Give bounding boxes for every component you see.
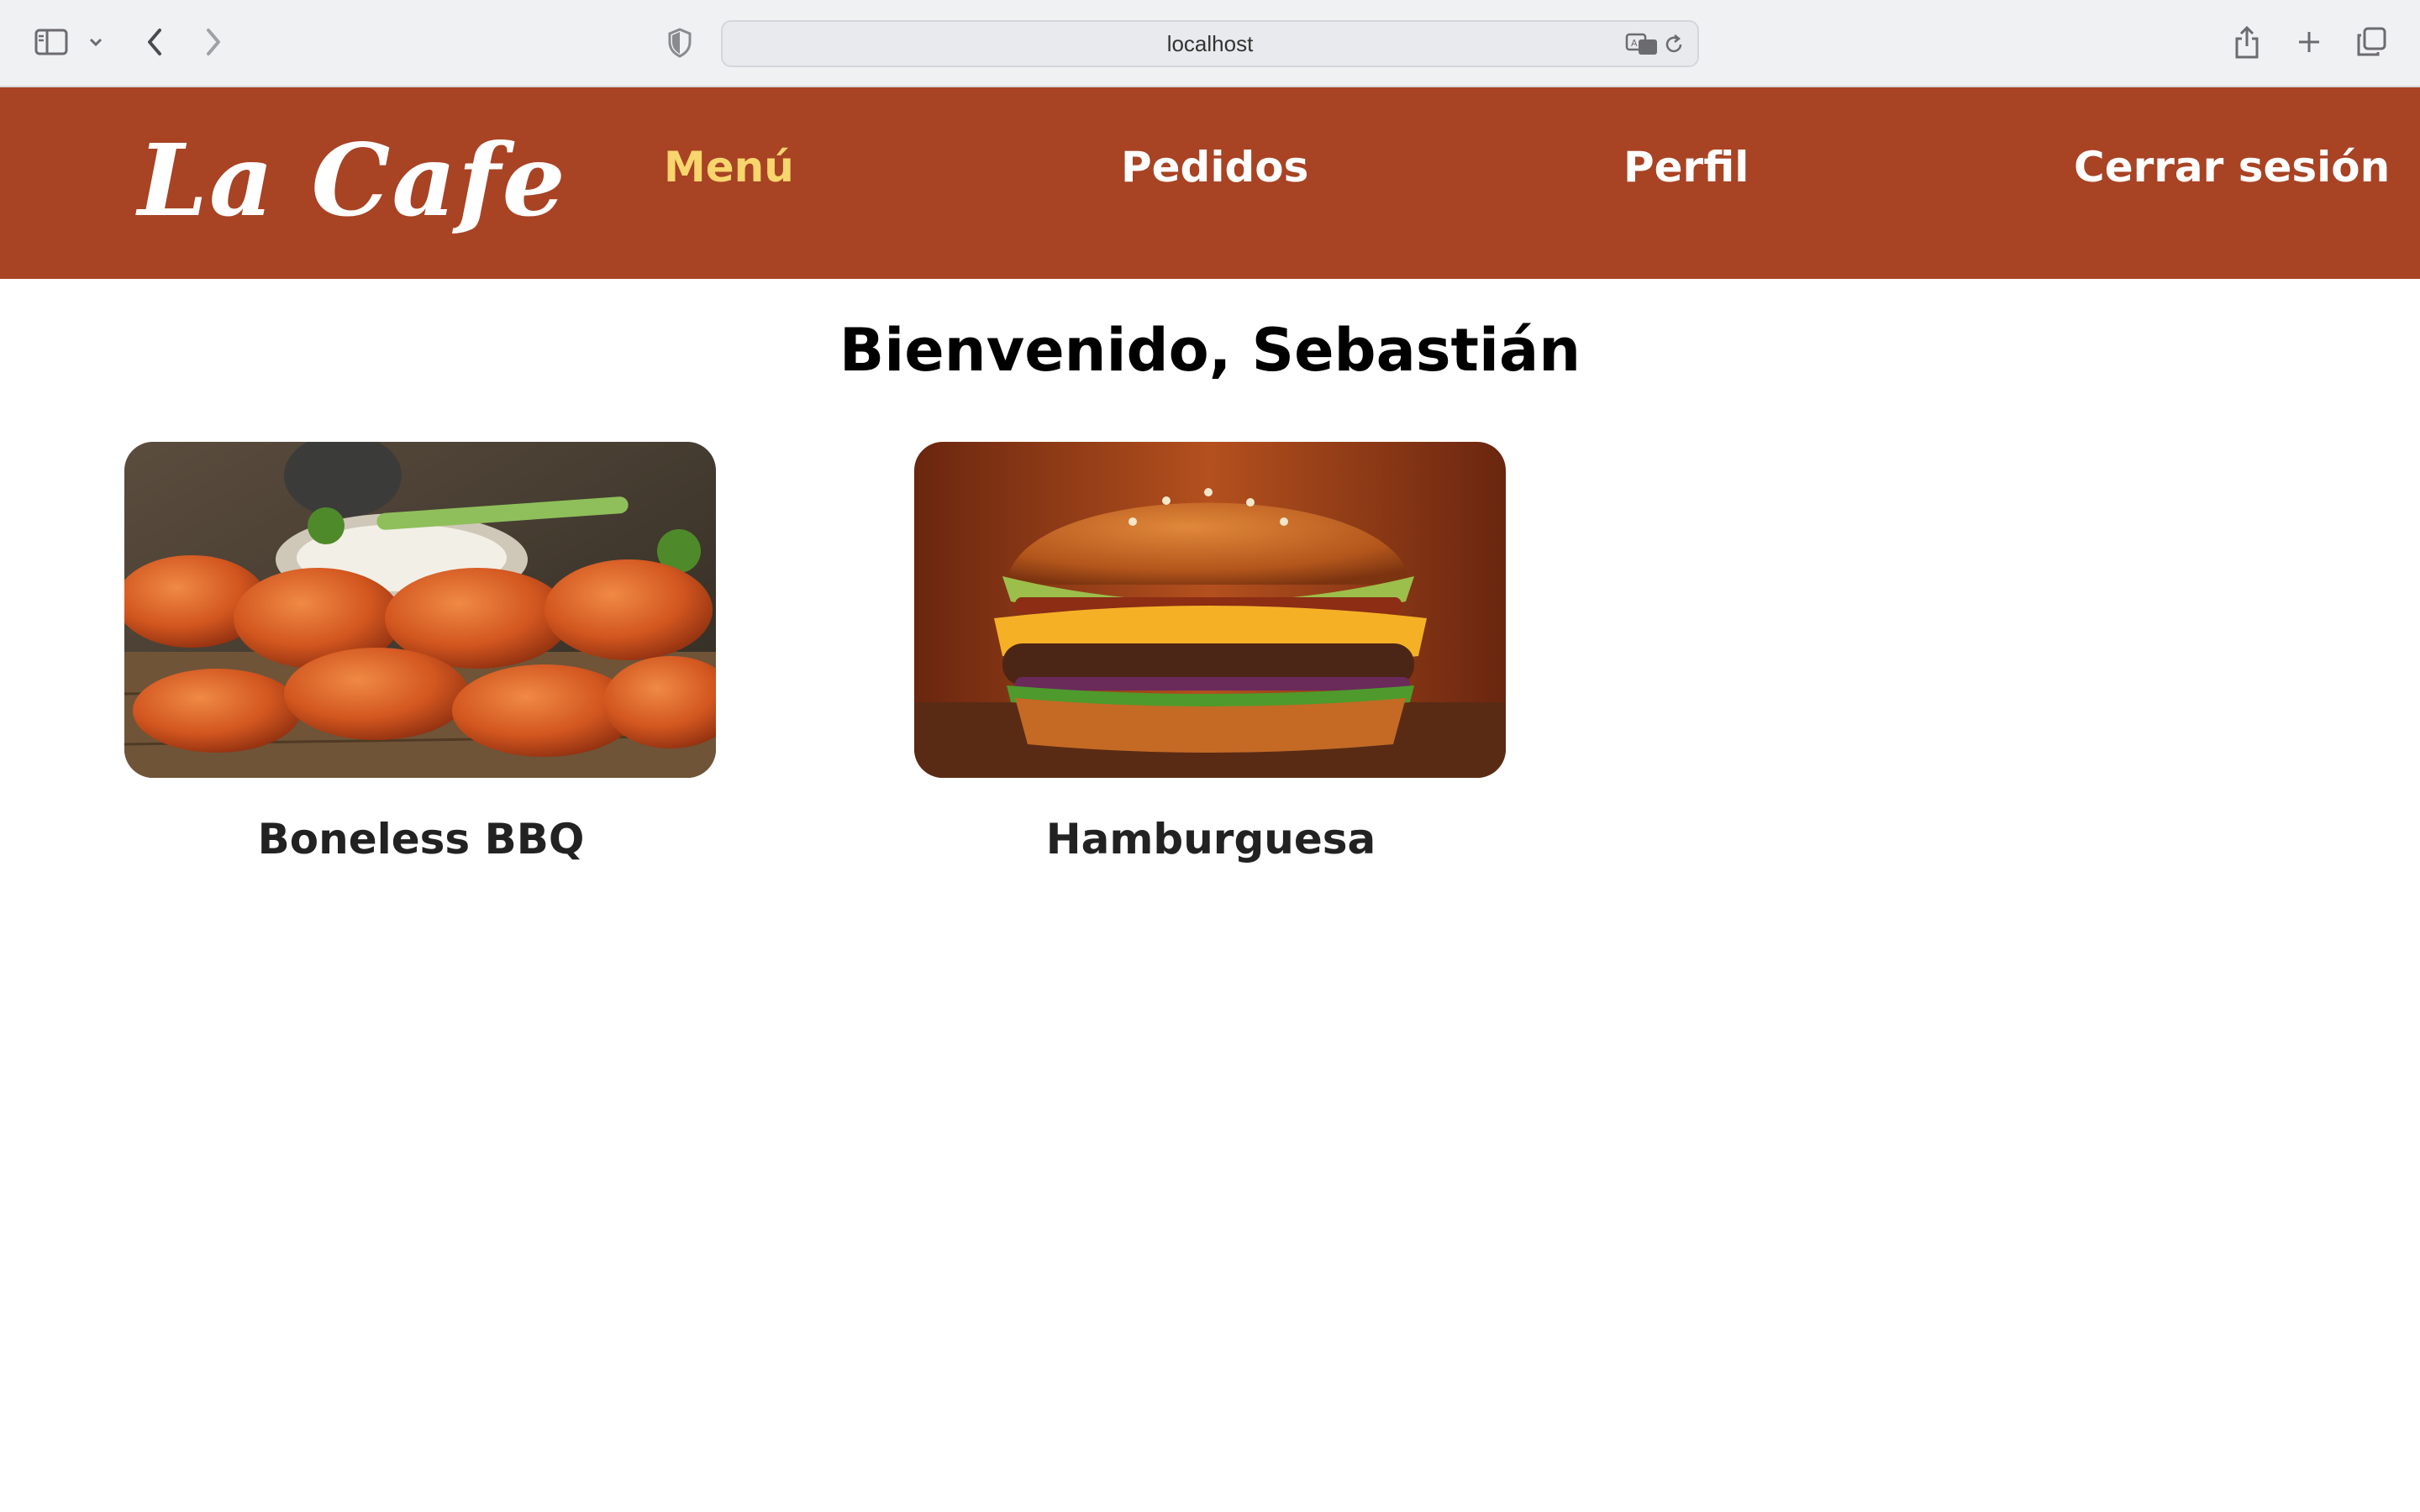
nav-logout[interactable]: Cerrar sesión (2074, 143, 2390, 192)
translate-icon[interactable]: A (1625, 32, 1659, 57)
tabs-icon[interactable] (2353, 24, 2390, 60)
shield-icon[interactable] (664, 25, 696, 60)
product-name: Boneless BBQ (257, 815, 585, 864)
forward-icon[interactable] (197, 25, 230, 59)
plus-icon[interactable] (2292, 25, 2326, 59)
site-header: La Cafe Menú Pedidos Perfil Cerrar sesió… (0, 87, 2420, 279)
product-image-burger[interactable] (914, 442, 1506, 778)
svg-text:A: A (1631, 38, 1638, 49)
product-card[interactable]: Hamburguesa (914, 442, 1507, 864)
nav-menu[interactable]: Menú (664, 143, 794, 192)
share-icon[interactable] (2230, 22, 2264, 62)
nav-profile[interactable]: Perfil (1623, 143, 1749, 192)
url-text: localhost (1166, 30, 1254, 56)
back-icon[interactable] (138, 25, 171, 59)
browser-toolbar: localhost A (0, 0, 2420, 87)
logo[interactable]: La Cafe (138, 121, 567, 240)
sidebar-icon[interactable] (32, 25, 71, 59)
nav-orders[interactable]: Pedidos (1121, 143, 1308, 192)
product-card[interactable]: Boneless BBQ (124, 442, 718, 864)
reload-icon[interactable] (1662, 32, 1686, 57)
address-bar[interactable]: localhost A (721, 20, 1699, 67)
product-image-wings[interactable] (124, 442, 716, 778)
chevron-down-icon[interactable] (84, 30, 108, 54)
product-name: Hamburguesa (1045, 815, 1376, 864)
welcome-heading: Bienvenido, Sebastián (839, 316, 1581, 385)
